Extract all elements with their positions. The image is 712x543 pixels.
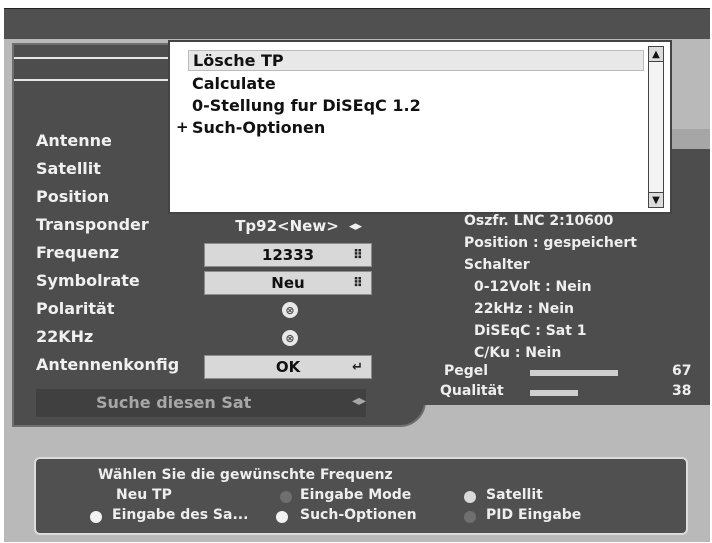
enter-icon: ↵ (352, 359, 363, 375)
keypad-icon: ⠿ (352, 247, 363, 263)
22khz-toggle-icon[interactable]: ⊗ (282, 330, 298, 346)
option-neu-tp[interactable]: Neu TP (116, 487, 172, 503)
transponder-selector[interactable]: Tp92<New> ◂▸ (204, 215, 370, 237)
menu-item-loesche-tp[interactable]: Lösche TP (188, 50, 644, 71)
schalter-info: Schalter (464, 257, 530, 273)
pegel-value: 67 (672, 363, 692, 379)
22khz-info: 22kHz : Nein (474, 301, 574, 317)
option-pid-eingabe[interactable]: PID Eingabe (486, 507, 581, 523)
option-such-optionen[interactable]: Such-Optionen (300, 507, 417, 523)
menu-scrollbar[interactable]: ▲ ▼ (648, 46, 664, 208)
keypad-icon: ⠿ (352, 275, 363, 291)
qualitaet-bar (530, 390, 578, 396)
context-menu: Lösche TP Calculate 0-Stellung fur DiSEq… (168, 40, 672, 214)
submenu-plus-icon: + (176, 118, 189, 136)
panel-header-decoration (14, 57, 174, 87)
tv-screen: Antenne Satellit Position Transponder Fr… (4, 8, 710, 542)
position-info: Position : gespeichert (464, 235, 637, 251)
menu-item-diseqc-reset[interactable]: 0-Stellung fur DiSEqC 1.2 (192, 96, 421, 115)
menu-item-calculate[interactable]: Calculate (192, 74, 276, 93)
scroll-down-icon[interactable]: ▼ (649, 192, 663, 207)
help-hint: Wählen Sie die gewünschte Frequenz (98, 467, 393, 483)
diseqc-info: DiSEqC : Sat 1 (474, 323, 587, 339)
label-frequenz: Frequenz (36, 243, 120, 262)
frequenz-input[interactable]: 12333 ⠿ (204, 243, 372, 267)
label-22khz: 22KHz (36, 327, 94, 346)
option-dot-icon (90, 511, 102, 523)
c-ku-info: C/Ku : Nein (474, 345, 562, 361)
lnc-frequency-info: Oszfr. LNC 2:10600 (464, 213, 614, 229)
label-symbolrate: Symbolrate (36, 271, 140, 290)
left-right-arrows-icon: ◂▸ (348, 218, 362, 234)
transponder-value: Tp92<New> (235, 217, 339, 235)
option-satellit[interactable]: Satellit (486, 487, 543, 503)
symbolrate-value: Neu (271, 274, 305, 292)
option-eingabe-des-sa[interactable]: Eingabe des Sa... (112, 507, 248, 523)
qualitaet-label: Qualität (440, 383, 504, 399)
search-this-satellite-row[interactable]: Suche diesen Sat ◂▸ (36, 389, 366, 417)
antennenkonfig-button[interactable]: OK ↵ (204, 355, 372, 379)
option-dot-icon (90, 491, 102, 503)
option-dot-icon (464, 511, 476, 523)
qualitaet-value: 38 (672, 383, 692, 399)
frequenz-value: 12333 (261, 246, 315, 264)
polaritaet-toggle-icon[interactable]: ⊗ (282, 302, 298, 318)
search-this-satellite-label: Suche diesen Sat (96, 393, 252, 412)
pegel-label: Pegel (444, 363, 489, 379)
left-right-arrows-icon: ◂▸ (351, 393, 366, 409)
symbolrate-input[interactable]: Neu ⠿ (204, 271, 372, 295)
top-bar (4, 9, 710, 39)
label-satellit: Satellit (36, 159, 101, 178)
antennenkonfig-value: OK (275, 358, 301, 376)
menu-item-such-optionen[interactable]: Such-Optionen (192, 118, 325, 137)
label-transponder: Transponder (36, 215, 149, 234)
label-position: Position (36, 187, 110, 206)
label-polaritaet: Polarität (36, 299, 115, 318)
option-dot-icon (276, 511, 288, 523)
help-bar: Wählen Sie die gewünschte Frequenz Neu T… (34, 457, 688, 535)
label-antenne: Antenne (36, 131, 112, 150)
label-antennenkonfig: Antennenkonfig (36, 355, 180, 374)
scroll-up-icon[interactable]: ▲ (649, 47, 663, 62)
option-dot-icon (464, 491, 476, 503)
volt-info: 0-12Volt : Nein (474, 279, 592, 295)
pegel-bar (530, 370, 618, 376)
option-eingabe-mode[interactable]: Eingabe Mode (300, 487, 411, 503)
option-dot-icon (280, 491, 292, 503)
